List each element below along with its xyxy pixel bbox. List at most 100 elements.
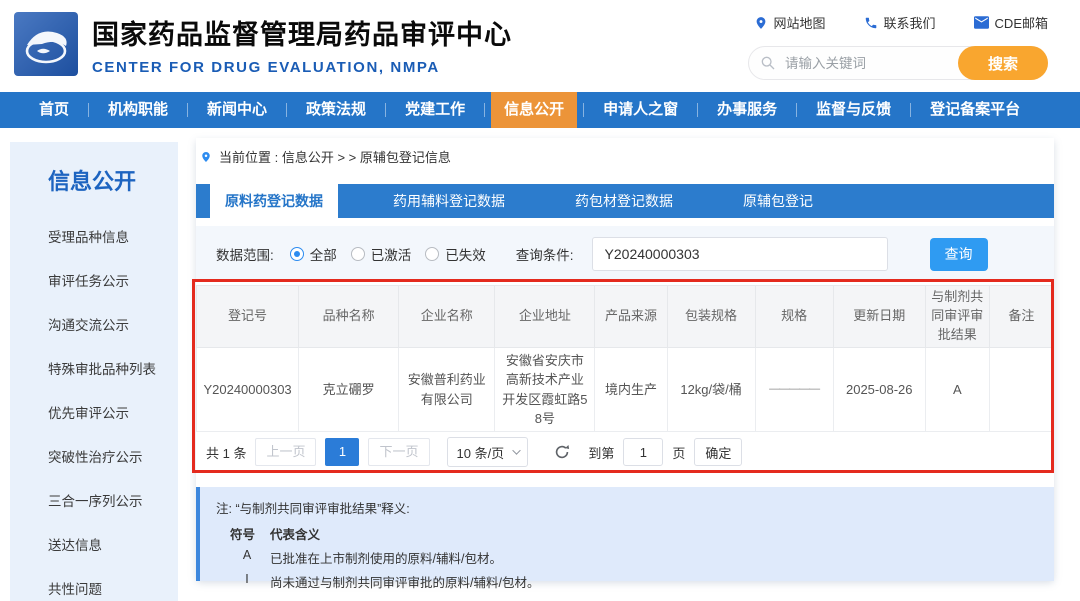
nav-item-services[interactable]: 办事服务 — [704, 92, 790, 128]
sidebar-item-delivery-info[interactable]: 送达信息 — [48, 524, 178, 568]
breadcrumb-text[interactable]: 当前位置 : 信息公开 > > 原辅包登记信息 — [219, 147, 451, 166]
confirm-button[interactable]: 确定 — [694, 438, 743, 466]
nav-separator — [796, 103, 798, 117]
sidebar-item-common-issues[interactable]: 共性问题 — [48, 568, 178, 601]
contact-us-link[interactable]: 联系我们 — [864, 13, 936, 32]
sidebar-item-accepted-varieties[interactable]: 受理品种信息 — [48, 216, 178, 260]
cell-spec: ————— — [754, 347, 834, 432]
tab-excipient-registration-data[interactable]: 药用辅料登记数据 — [378, 184, 520, 218]
main-nav: 首页 机构职能 新闻中心 政策法规 党建工作 信息公开 申请人之窗 办事服务 监… — [0, 92, 1080, 128]
prev-page-button[interactable]: 上一页 — [255, 438, 317, 466]
filter-bar: 数据范围: 全部 已激活 已失效 查询条件: 查询 — [196, 226, 1054, 282]
total-count-text: 共 1 条 — [206, 445, 247, 461]
cell-company-name: 安徽普利药业有限公司 — [398, 347, 496, 432]
page-size-value: 10 条/页 — [456, 445, 505, 461]
radio-all-label: 全部 — [309, 248, 337, 263]
col-update-date: 更新日期 — [832, 285, 926, 348]
next-page-button[interactable]: 下一页 — [368, 438, 430, 466]
sidebar-item-three-in-one[interactable]: 三合一序列公示 — [48, 480, 178, 524]
sidebar-item-special-approval[interactable]: 特殊审批品种列表 — [48, 348, 178, 392]
col-registration-no: 登记号 — [195, 285, 300, 348]
site-title-block: 国家药品监督管理局药品审评中心 CENTER FOR DRUG EVALUATI… — [92, 13, 512, 76]
registration-table: 登记号 品种名称 企业名称 企业地址 产品来源 包装规格 规格 更新日期 与制剂… — [195, 285, 1055, 432]
radio-all-icon[interactable] — [289, 247, 304, 261]
cde-mail-link[interactable]: CDE邮箱 — [973, 13, 1048, 32]
note-symbol-i: I — [245, 572, 249, 586]
note-symbol-a: A — [242, 548, 252, 562]
site-map-label: 网站地图 — [773, 16, 826, 31]
nav-item-news[interactable]: 新闻中心 — [194, 92, 280, 128]
nav-item-supervision-feedback[interactable]: 监督与反馈 — [803, 92, 904, 128]
query-condition-input[interactable] — [591, 237, 888, 271]
page-size-select[interactable]: 10 条/页 — [446, 437, 529, 467]
tab-api-registration-data[interactable]: 原料药登记数据 — [210, 184, 338, 218]
chevron-down-icon — [512, 446, 522, 455]
refresh-icon — [556, 444, 570, 459]
nav-item-home[interactable]: 首页 — [26, 92, 82, 128]
search-button[interactable]: 搜索 — [958, 46, 1048, 80]
nav-item-registration-platform[interactable]: 登记备案平台 — [917, 92, 1033, 128]
page-number-1[interactable]: 1 — [325, 438, 360, 466]
tab-bar: 原料药登记数据 药用辅料登记数据 药包材登记数据 原辅包登记 — [196, 184, 1054, 218]
nav-item-functions[interactable]: 机构职能 — [95, 92, 181, 128]
col-company-name: 企业名称 — [398, 285, 496, 348]
nav-separator — [697, 103, 699, 117]
search-icon — [760, 55, 776, 76]
col-company-address: 企业地址 — [494, 285, 596, 348]
breadcrumb-pin-icon — [202, 151, 210, 162]
mail-icon — [973, 16, 989, 29]
col-product-source: 产品来源 — [594, 285, 668, 348]
radio-expired-label: 已失效 — [445, 248, 486, 263]
cde-logo[interactable] — [14, 12, 78, 76]
page: 国家药品监督管理局药品审评中心 CENTER FOR DRUG EVALUATI… — [0, 0, 1080, 601]
nav-item-party-building[interactable]: 党建工作 — [392, 92, 478, 128]
pagination: 共 1 条 上一页 1 下一页 10 条/页 到第 页 确定 — [206, 432, 743, 472]
radio-option-activated[interactable]: 已激活 — [350, 244, 412, 264]
note-meaning-header: 代表含义 — [270, 528, 321, 542]
nav-item-applicant-window[interactable]: 申请人之窗 — [590, 92, 691, 128]
radio-activated-icon[interactable] — [350, 247, 365, 261]
note-symbol-header: 符号 — [230, 528, 256, 542]
cell-package-spec: 12kg/袋/桶 — [666, 347, 756, 432]
goto-page-input[interactable] — [623, 438, 664, 466]
cde-mail-label: CDE邮箱 — [994, 16, 1048, 31]
refresh-button[interactable] — [553, 443, 571, 461]
sidebar: 信息公开 受理品种信息 审评任务公示 沟通交流公示 特殊审批品种列表 优先审评公… — [10, 142, 178, 601]
table-header-row: 登记号 品种名称 企业名称 企业地址 产品来源 包装规格 规格 更新日期 与制剂… — [195, 285, 1055, 348]
header-search: 搜索 — [748, 46, 1048, 80]
col-variety-name: 品种名称 — [298, 285, 400, 348]
note-meaning-i: 尚未通过与制剂共同审评审批的原料/辅料/包材。 — [270, 576, 540, 590]
table-row: Y20240000303 克立硼罗 安徽普利药业有限公司 安徽省安庆市高新技术产… — [195, 347, 1055, 432]
goto-page-prefix: 到第 — [588, 445, 615, 461]
cell-joint-review-result: A — [924, 347, 990, 432]
nav-separator — [187, 103, 189, 117]
query-condition-label: 查询条件: — [515, 248, 574, 263]
col-joint-review-result: 与制剂共同审评审批结果 — [924, 285, 990, 348]
cell-product-source: 境内生产 — [594, 347, 668, 432]
query-button[interactable]: 查询 — [929, 237, 988, 271]
radio-activated-label: 已激活 — [370, 248, 412, 263]
nav-separator — [583, 103, 585, 117]
note-header-row: 符号 代表含义 — [216, 524, 1054, 543]
site-title: 国家药品监督管理局药品审评中心 — [92, 20, 512, 50]
nav-separator — [88, 103, 90, 117]
col-package-spec: 包装规格 — [666, 285, 756, 348]
sidebar-item-priority-review[interactable]: 优先审评公示 — [48, 392, 178, 436]
sidebar-item-breakthrough-therapy[interactable]: 突破性治疗公示 — [48, 436, 178, 480]
nav-item-policies[interactable]: 政策法规 — [293, 92, 379, 128]
nav-item-info-disclosure[interactable]: 信息公开 — [491, 92, 578, 128]
breadcrumb: 当前位置 : 信息公开 > > 原辅包登记信息 — [200, 147, 451, 166]
sidebar-item-review-tasks[interactable]: 审评任务公示 — [48, 260, 178, 304]
radio-option-all[interactable]: 全部 — [289, 244, 337, 264]
cell-variety-name: 克立硼罗 — [298, 347, 400, 432]
sidebar-item-communication[interactable]: 沟通交流公示 — [48, 304, 178, 348]
radio-expired-icon[interactable] — [425, 247, 440, 261]
note-title: 注: “与制剂共同审评审批结果”释义: — [216, 502, 410, 516]
legend-note-panel: 注: “与制剂共同审评审批结果”释义: 符号 代表含义 A 已批准在上市制剂使用… — [196, 487, 1054, 590]
cell-update-date: 2025-08-26 — [832, 347, 926, 432]
radio-option-expired[interactable]: 已失效 — [425, 244, 486, 264]
tab-apief-registration[interactable]: 原辅包登记 — [728, 184, 828, 218]
site-map-link[interactable]: 网站地图 — [754, 13, 826, 32]
header-quick-links: 网站地图 联系我们 CDE邮箱 — [754, 13, 1048, 32]
tab-packaging-registration-data[interactable]: 药包材登记数据 — [560, 184, 688, 218]
